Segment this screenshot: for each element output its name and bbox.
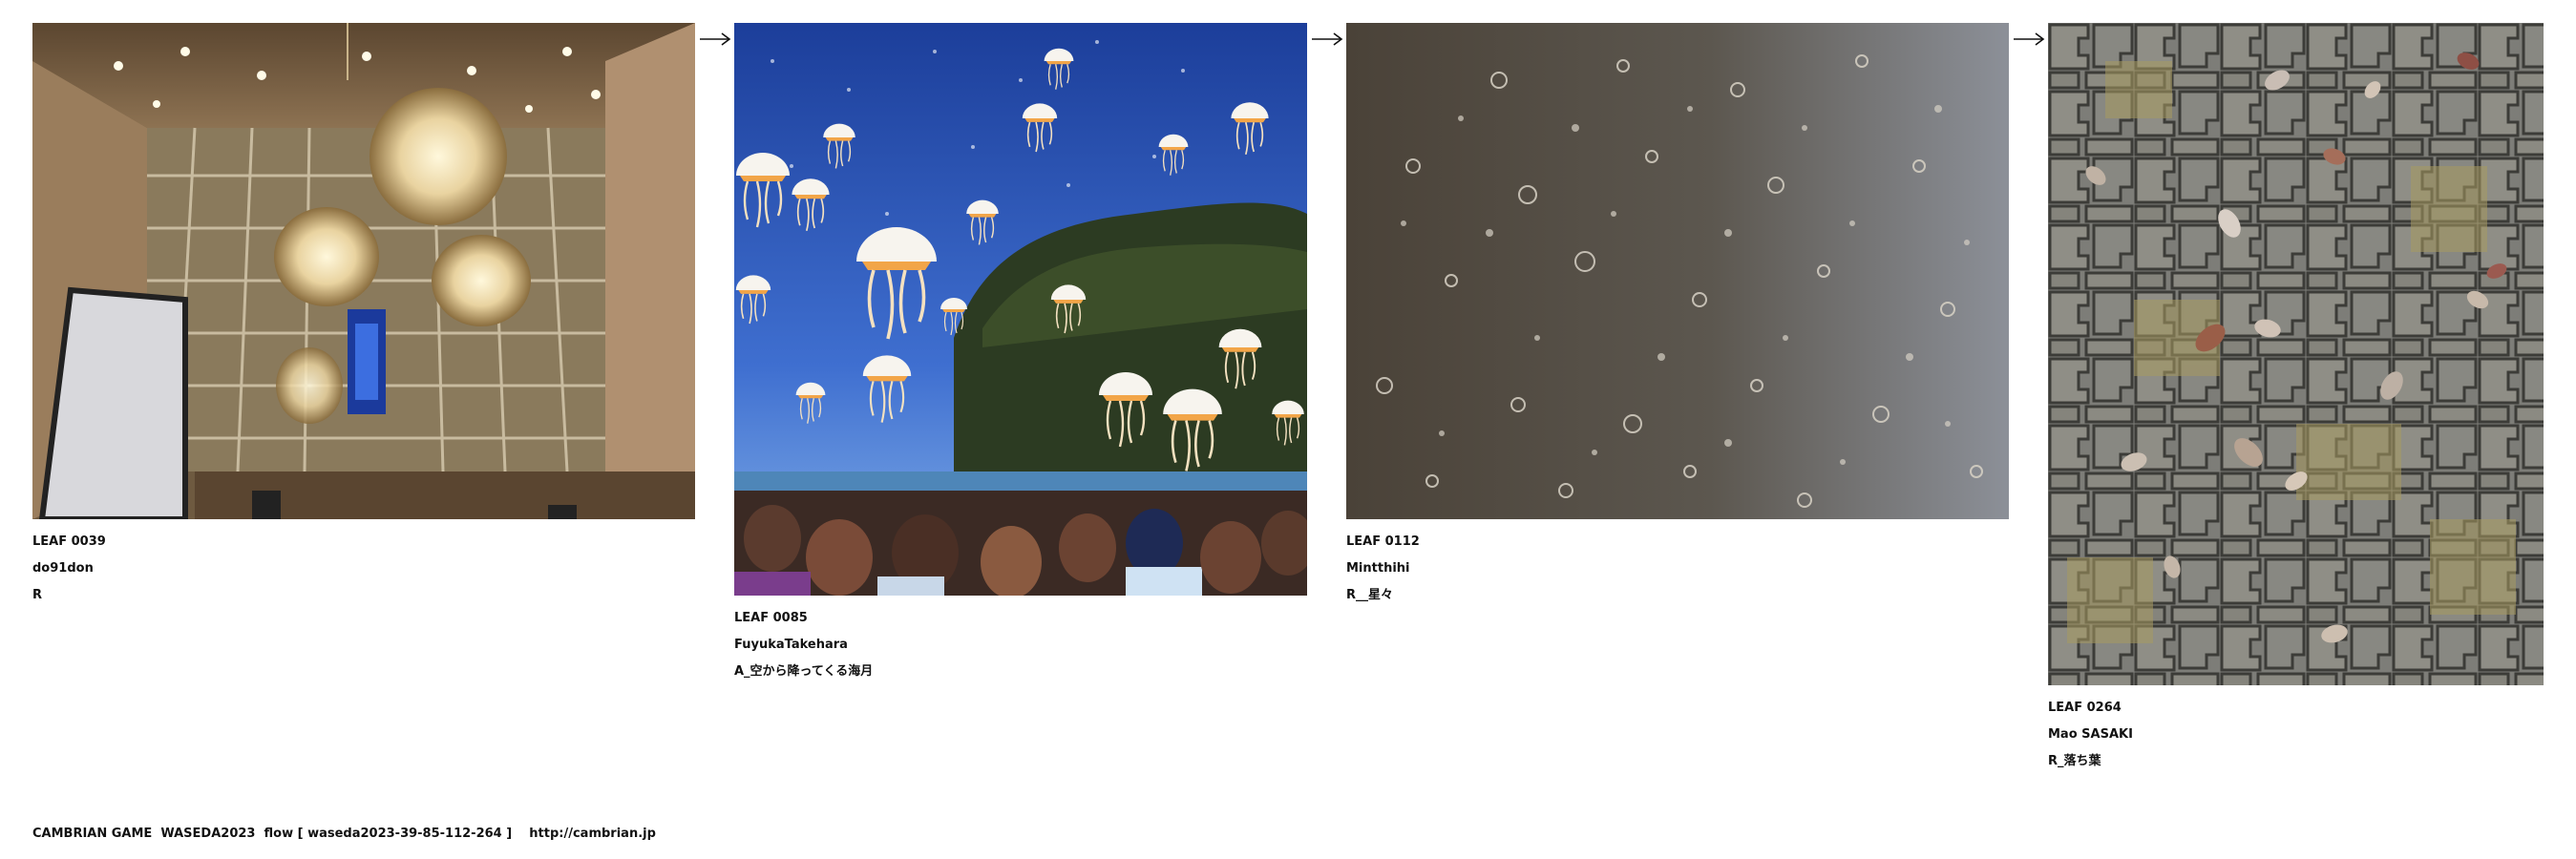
leaf-photo-spots[interactable] bbox=[1346, 23, 2009, 519]
leaf-card-0085: LEAF 0085 FuyukaTakehara A_空から降ってくる海月 bbox=[734, 23, 1307, 685]
leaf-photo-chandelier-hall[interactable] bbox=[32, 23, 695, 519]
leaf-id: LEAF 0085 bbox=[734, 611, 808, 625]
leaf-id: LEAF 0039 bbox=[32, 534, 106, 549]
jellyfish-sky-image bbox=[734, 23, 1307, 596]
right-arrow-icon bbox=[1312, 32, 1343, 46]
paving-leaves-image bbox=[2048, 23, 2544, 685]
page: LEAF 0039 do91don R LEAF 0085 FuyukaTake… bbox=[0, 0, 2576, 859]
leaf-caption: R_落ち葉 bbox=[2048, 754, 2101, 768]
leaf-caption: R bbox=[32, 588, 43, 602]
right-arrow-icon bbox=[2014, 32, 2045, 46]
leaf-author[interactable]: Mintthihi bbox=[1346, 555, 2009, 582]
leaf-photo-jellyfish[interactable] bbox=[734, 23, 1307, 596]
leaf-author[interactable]: do91don bbox=[32, 555, 695, 582]
leaf-card-0264: LEAF 0264 Mao SASAKI R_落ち葉 bbox=[2048, 23, 2544, 775]
spotted-surface-image bbox=[1346, 23, 2009, 519]
footer: CAMBRIAN GAME WASEDA2023 flow [ waseda20… bbox=[32, 827, 656, 841]
leaf-author[interactable]: FuyukaTakehara bbox=[734, 632, 1307, 659]
leaf-id: LEAF 0264 bbox=[2048, 701, 2122, 715]
leaf-photo-paving-leaves[interactable] bbox=[2048, 23, 2544, 685]
footer-url-link[interactable]: http://cambrian.jp bbox=[529, 827, 656, 841]
leaf-caption: A_空から降ってくる海月 bbox=[734, 664, 874, 679]
leaf-card-0039: LEAF 0039 do91don R bbox=[32, 23, 695, 609]
right-arrow-icon bbox=[700, 32, 731, 46]
leaf-author[interactable]: Mao SASAKI bbox=[2048, 722, 2544, 748]
leaf-card-0112: LEAF 0112 Mintthihi R__星々 bbox=[1346, 23, 2009, 609]
leaf-caption: R__星々 bbox=[1346, 588, 1394, 602]
leaf-id: LEAF 0112 bbox=[1346, 534, 1420, 549]
footer-text: CAMBRIAN GAME WASEDA2023 flow [ waseda20… bbox=[32, 827, 513, 841]
chandelier-hall-image bbox=[32, 23, 695, 519]
